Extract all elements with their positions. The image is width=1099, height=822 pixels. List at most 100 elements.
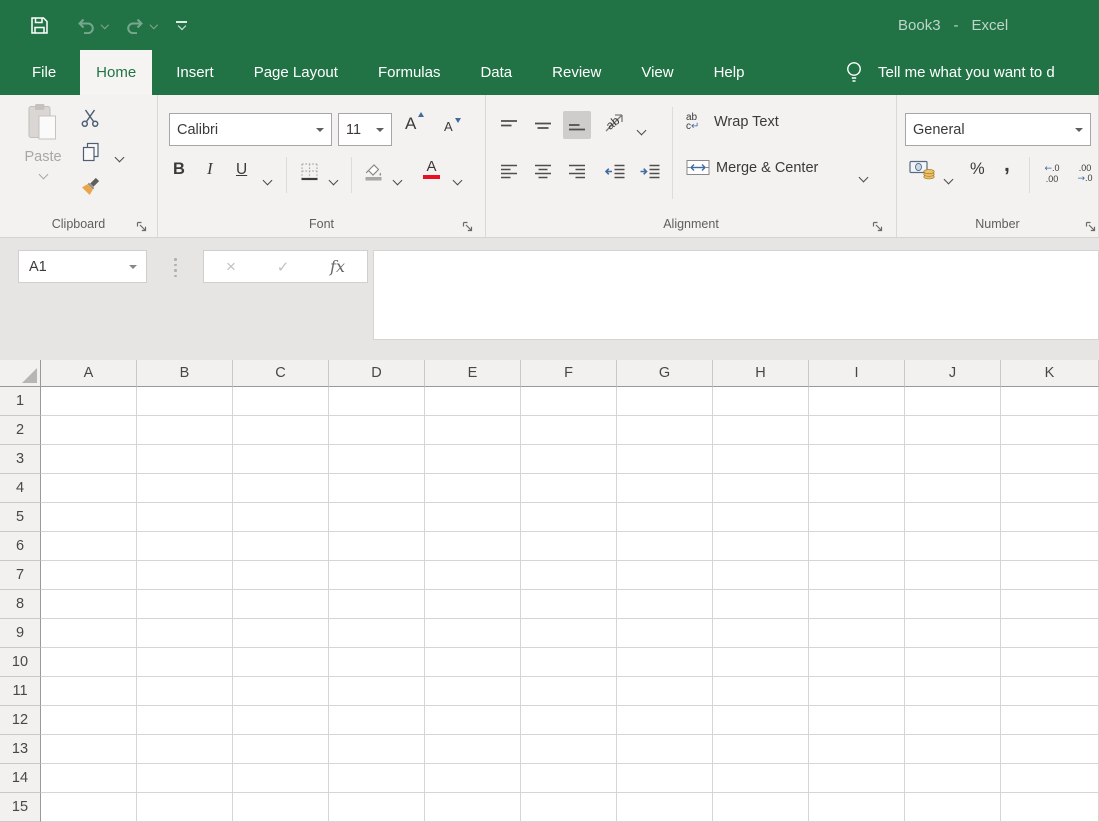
accounting-format-dropdown[interactable] [943,170,954,188]
row-header-5[interactable]: 5 [0,503,41,532]
cell-G12[interactable] [617,706,713,735]
cell-E3[interactable] [425,445,521,474]
cell-D11[interactable] [329,677,425,706]
increase-font-size-button[interactable]: A [405,112,425,134]
cell-K6[interactable] [1001,532,1099,561]
insert-function-button[interactable]: fx [330,257,345,276]
font-size-combo[interactable]: 11 [338,113,392,146]
cell-C6[interactable] [233,532,329,561]
cell-E1[interactable] [425,387,521,416]
cell-A2[interactable] [41,416,137,445]
row-header-14[interactable]: 14 [0,764,41,793]
cell-K7[interactable] [1001,561,1099,590]
enter-button[interactable]: ✓ [277,258,290,276]
column-header-J[interactable]: J [905,360,1001,387]
percent-style-button[interactable]: % [970,160,985,179]
cell-I15[interactable] [809,793,905,822]
number-dialog-launcher[interactable] [1085,219,1096,232]
cell-C12[interactable] [233,706,329,735]
cell-B1[interactable] [137,387,233,416]
cell-J12[interactable] [905,706,1001,735]
tab-file[interactable]: File [16,50,72,95]
font-name-combo[interactable]: Calibri [169,113,332,146]
cell-E12[interactable] [425,706,521,735]
cell-F9[interactable] [521,619,617,648]
row-header-2[interactable]: 2 [0,416,41,445]
row-header-12[interactable]: 12 [0,706,41,735]
cell-E13[interactable] [425,735,521,764]
cell-A5[interactable] [41,503,137,532]
cell-K2[interactable] [1001,416,1099,445]
underline-dropdown[interactable] [262,171,273,189]
cell-K14[interactable] [1001,764,1099,793]
column-header-C[interactable]: C [233,360,329,387]
cell-C4[interactable] [233,474,329,503]
undo-button[interactable] [75,17,97,34]
cell-I13[interactable] [809,735,905,764]
cell-A1[interactable] [41,387,137,416]
cell-A6[interactable] [41,532,137,561]
formula-bar-handle[interactable] [174,258,177,277]
cell-B15[interactable] [137,793,233,822]
cell-B11[interactable] [137,677,233,706]
cell-B2[interactable] [137,416,233,445]
cell-B14[interactable] [137,764,233,793]
cell-G3[interactable] [617,445,713,474]
cell-H4[interactable] [713,474,809,503]
cell-A13[interactable] [41,735,137,764]
row-header-15[interactable]: 15 [0,793,41,822]
cell-B4[interactable] [137,474,233,503]
cell-I7[interactable] [809,561,905,590]
cell-I2[interactable] [809,416,905,445]
cell-J6[interactable] [905,532,1001,561]
wrap-text-button[interactable]: ab c↵ Wrap Text [686,113,779,132]
orientation-dropdown[interactable] [636,121,647,139]
cell-J3[interactable] [905,445,1001,474]
column-header-B[interactable]: B [137,360,233,387]
cell-G6[interactable] [617,532,713,561]
cell-K11[interactable] [1001,677,1099,706]
row-header-6[interactable]: 6 [0,532,41,561]
cell-D4[interactable] [329,474,425,503]
top-align-button[interactable] [495,111,523,139]
cell-K4[interactable] [1001,474,1099,503]
cell-I8[interactable] [809,590,905,619]
column-header-I[interactable]: I [809,360,905,387]
cell-E4[interactable] [425,474,521,503]
cell-A7[interactable] [41,561,137,590]
cell-D10[interactable] [329,648,425,677]
formula-input[interactable] [373,250,1099,340]
column-header-E[interactable]: E [425,360,521,387]
cell-I10[interactable] [809,648,905,677]
cell-D6[interactable] [329,532,425,561]
cell-H3[interactable] [713,445,809,474]
cell-E15[interactable] [425,793,521,822]
cell-H11[interactable] [713,677,809,706]
cell-F11[interactable] [521,677,617,706]
cell-H7[interactable] [713,561,809,590]
cell-I14[interactable] [809,764,905,793]
alignment-dialog-launcher[interactable] [872,219,883,232]
cell-D3[interactable] [329,445,425,474]
cell-A12[interactable] [41,706,137,735]
cell-C7[interactable] [233,561,329,590]
cell-I12[interactable] [809,706,905,735]
cell-J8[interactable] [905,590,1001,619]
underline-button[interactable]: U [236,161,247,179]
cell-J9[interactable] [905,619,1001,648]
cell-K1[interactable] [1001,387,1099,416]
column-header-K[interactable]: K [1001,360,1099,387]
cell-D12[interactable] [329,706,425,735]
cell-B5[interactable] [137,503,233,532]
cell-C13[interactable] [233,735,329,764]
cell-D7[interactable] [329,561,425,590]
redo-dropdown[interactable] [149,21,158,29]
cell-E5[interactable] [425,503,521,532]
copy-button[interactable] [82,142,100,162]
cell-C1[interactable] [233,387,329,416]
cell-G11[interactable] [617,677,713,706]
font-color-dropdown[interactable] [452,171,463,189]
decrease-indent-button[interactable] [601,157,629,185]
row-header-7[interactable]: 7 [0,561,41,590]
cell-K15[interactable] [1001,793,1099,822]
